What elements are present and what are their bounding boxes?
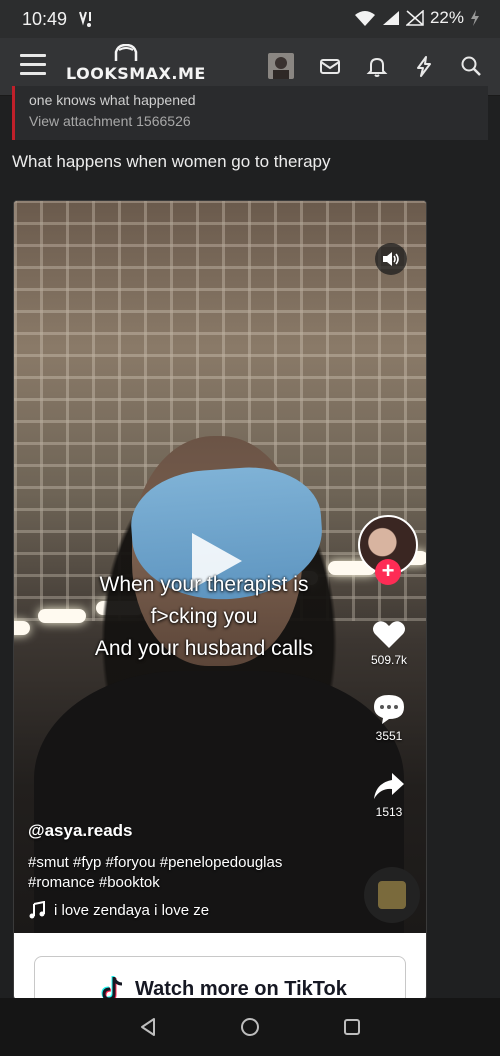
bell-icon[interactable] xyxy=(366,55,388,77)
menu-icon[interactable] xyxy=(20,54,46,76)
quote-text: one knows what happened xyxy=(29,92,196,108)
caption-line-2: f>cking you xyxy=(150,605,258,628)
logo-hair-icon xyxy=(114,44,138,61)
quote-block: one knows what happened View attachment … xyxy=(12,86,488,140)
hashtags-line-1[interactable]: #smut #fyp #foryou #penelopedouglas xyxy=(28,853,328,873)
status-time: 10:49 xyxy=(22,9,68,29)
attachment-link[interactable]: View attachment 1566526 xyxy=(29,113,191,129)
like-action[interactable]: 509.7k xyxy=(364,619,414,667)
music-disc-icon[interactable] xyxy=(364,867,420,923)
watch-more-tiktok-button[interactable]: Watch more on TikTok xyxy=(34,956,406,1000)
heart-icon xyxy=(373,621,405,648)
video-jacket xyxy=(34,671,404,933)
music-title: i love zendaya i love ze xyxy=(54,901,210,919)
music-info[interactable]: i love zendaya i love ze xyxy=(28,901,209,919)
share-count: 1513 xyxy=(375,805,403,819)
tiktok-video[interactable]: When your therapist is f>cking you And y… xyxy=(14,201,426,933)
hashtags[interactable]: #smut #fyp #foryou #penelopedouglas #rom… xyxy=(28,853,328,893)
follow-plus-icon[interactable]: + xyxy=(375,559,401,585)
watch-more-label: Watch more on TikTok xyxy=(135,978,347,1000)
comment-icon xyxy=(374,695,404,724)
back-icon[interactable] xyxy=(138,1017,158,1037)
share-icon xyxy=(374,773,404,799)
creator-username[interactable]: @asya.reads xyxy=(28,821,132,841)
tiktok-embed: When your therapist is f>cking you And y… xyxy=(13,200,427,1000)
wifi-icon xyxy=(354,11,375,26)
bolt-icon[interactable] xyxy=(413,55,435,77)
video-caption: When your therapist is f>cking you And y… xyxy=(54,569,354,665)
post-text: What happens when women go to therapy xyxy=(12,152,331,171)
sound-toggle-button[interactable] xyxy=(375,243,407,275)
speaker-icon xyxy=(383,252,399,266)
search-icon[interactable] xyxy=(460,55,482,77)
battery-charging-icon xyxy=(471,10,479,26)
caption-line-3: And your husband calls xyxy=(94,637,314,660)
status-bar: 10:49 22% xyxy=(0,0,500,38)
caption-line-1: When your therapist is xyxy=(99,573,309,596)
comment-action[interactable]: 3551 xyxy=(364,693,414,743)
user-avatar[interactable] xyxy=(268,53,294,79)
data-activity-icon xyxy=(79,11,91,27)
logo-text: LOOKSMAX.ME xyxy=(66,64,206,83)
battery-percent: 22% xyxy=(429,8,464,27)
system-nav-bar xyxy=(0,998,500,1056)
music-note-icon xyxy=(29,901,45,919)
hashtags-line-2[interactable]: #romance #booktok xyxy=(28,873,328,893)
comment-count: 3551 xyxy=(375,729,403,743)
status-right: 22% xyxy=(354,8,480,28)
no-sim-icon xyxy=(405,10,424,26)
tiktok-logo-icon xyxy=(101,976,123,999)
like-count: 509.7k xyxy=(370,653,408,667)
site-logo[interactable]: LOOKSMAX.ME xyxy=(66,44,206,92)
mail-icon[interactable] xyxy=(319,55,341,77)
recents-icon[interactable] xyxy=(342,1017,362,1037)
share-action[interactable]: 1513 xyxy=(364,771,414,819)
cell-signal-icon xyxy=(382,11,399,25)
home-icon[interactable] xyxy=(240,1017,260,1037)
